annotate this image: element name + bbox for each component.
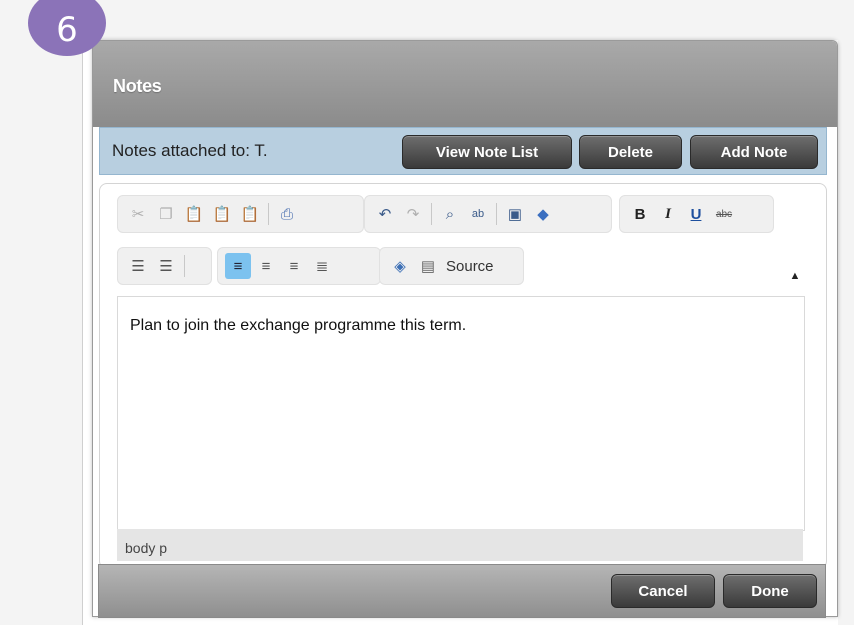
cancel-button[interactable]: Cancel — [611, 574, 715, 608]
toolbar-group-lists: ☰ ☰ — [117, 247, 212, 285]
remove-format-icon[interactable]: ◆ — [530, 201, 556, 227]
toolbar-group-style: B I U abc — [619, 195, 774, 233]
dialog-footer: Cancel Done — [98, 564, 826, 618]
source-icon[interactable]: ▤ — [415, 253, 441, 279]
toolbar-separator — [184, 255, 185, 277]
strikethrough-icon[interactable]: abc — [711, 201, 737, 227]
undo-icon[interactable]: ↶ — [372, 201, 398, 227]
numbered-list-icon[interactable]: ☰ — [125, 253, 151, 279]
bold-icon[interactable]: B — [627, 201, 653, 227]
toolbar-group-align: ≡ ≡ ≡ ≣ — [217, 247, 381, 285]
paste-icon[interactable]: 📋 — [181, 201, 207, 227]
editor-toolbar: ✂ ❐ 📋 📋 📋 ⎙ ↶ ↷ ⌕ ab ▣ ◆ B I U abc ☰ ☰ ≡… — [12, 150, 774, 285]
find-icon[interactable]: ⌕ — [437, 201, 463, 227]
align-right-icon[interactable]: ≡ — [281, 253, 307, 279]
toolbar-separator — [496, 203, 497, 225]
toolbar-separator — [268, 203, 269, 225]
redo-icon[interactable]: ↷ — [400, 201, 426, 227]
print-icon[interactable]: ⎙ — [274, 201, 300, 227]
element-path: body p — [125, 540, 168, 556]
justify-icon[interactable]: ≣ — [309, 253, 335, 279]
image-icon[interactable]: ◈ — [387, 253, 413, 279]
select-all-icon[interactable]: ▣ — [502, 201, 528, 227]
underline-icon[interactable]: U — [683, 201, 709, 227]
toolbar-separator — [431, 203, 432, 225]
toolbar-collapse-icon[interactable]: ▲ — [786, 268, 804, 284]
paste-word-icon[interactable]: 📋 — [237, 201, 263, 227]
align-center-icon[interactable]: ≡ — [253, 253, 279, 279]
toolbar-group-misc: ◈ ▤ Source — [379, 247, 524, 285]
cut-icon[interactable]: ✂ — [125, 201, 151, 227]
element-path-bar: body p — [117, 529, 803, 561]
dialog-title: Notes — [113, 76, 162, 96]
note-text: Plan to join the exchange programme this… — [130, 317, 467, 334]
source-label[interactable]: Source — [446, 258, 494, 275]
toolbar-group-editing: ↶ ↷ ⌕ ab ▣ ◆ — [364, 195, 612, 233]
toolbar-group-clipboard: ✂ ❐ 📋 📋 📋 ⎙ — [117, 195, 364, 233]
copy-icon[interactable]: ❐ — [153, 201, 179, 227]
bulleted-list-icon[interactable]: ☰ — [153, 253, 179, 279]
paste-text-icon[interactable]: 📋 — [209, 201, 235, 227]
done-button[interactable]: Done — [723, 574, 817, 608]
editor-content-area[interactable]: Plan to join the exchange programme this… — [117, 296, 805, 531]
align-left-icon[interactable]: ≡ — [225, 253, 251, 279]
replace-icon[interactable]: ab — [465, 201, 491, 227]
italic-icon[interactable]: I — [655, 201, 681, 227]
dialog-titlebar: Notes — [93, 41, 837, 127]
